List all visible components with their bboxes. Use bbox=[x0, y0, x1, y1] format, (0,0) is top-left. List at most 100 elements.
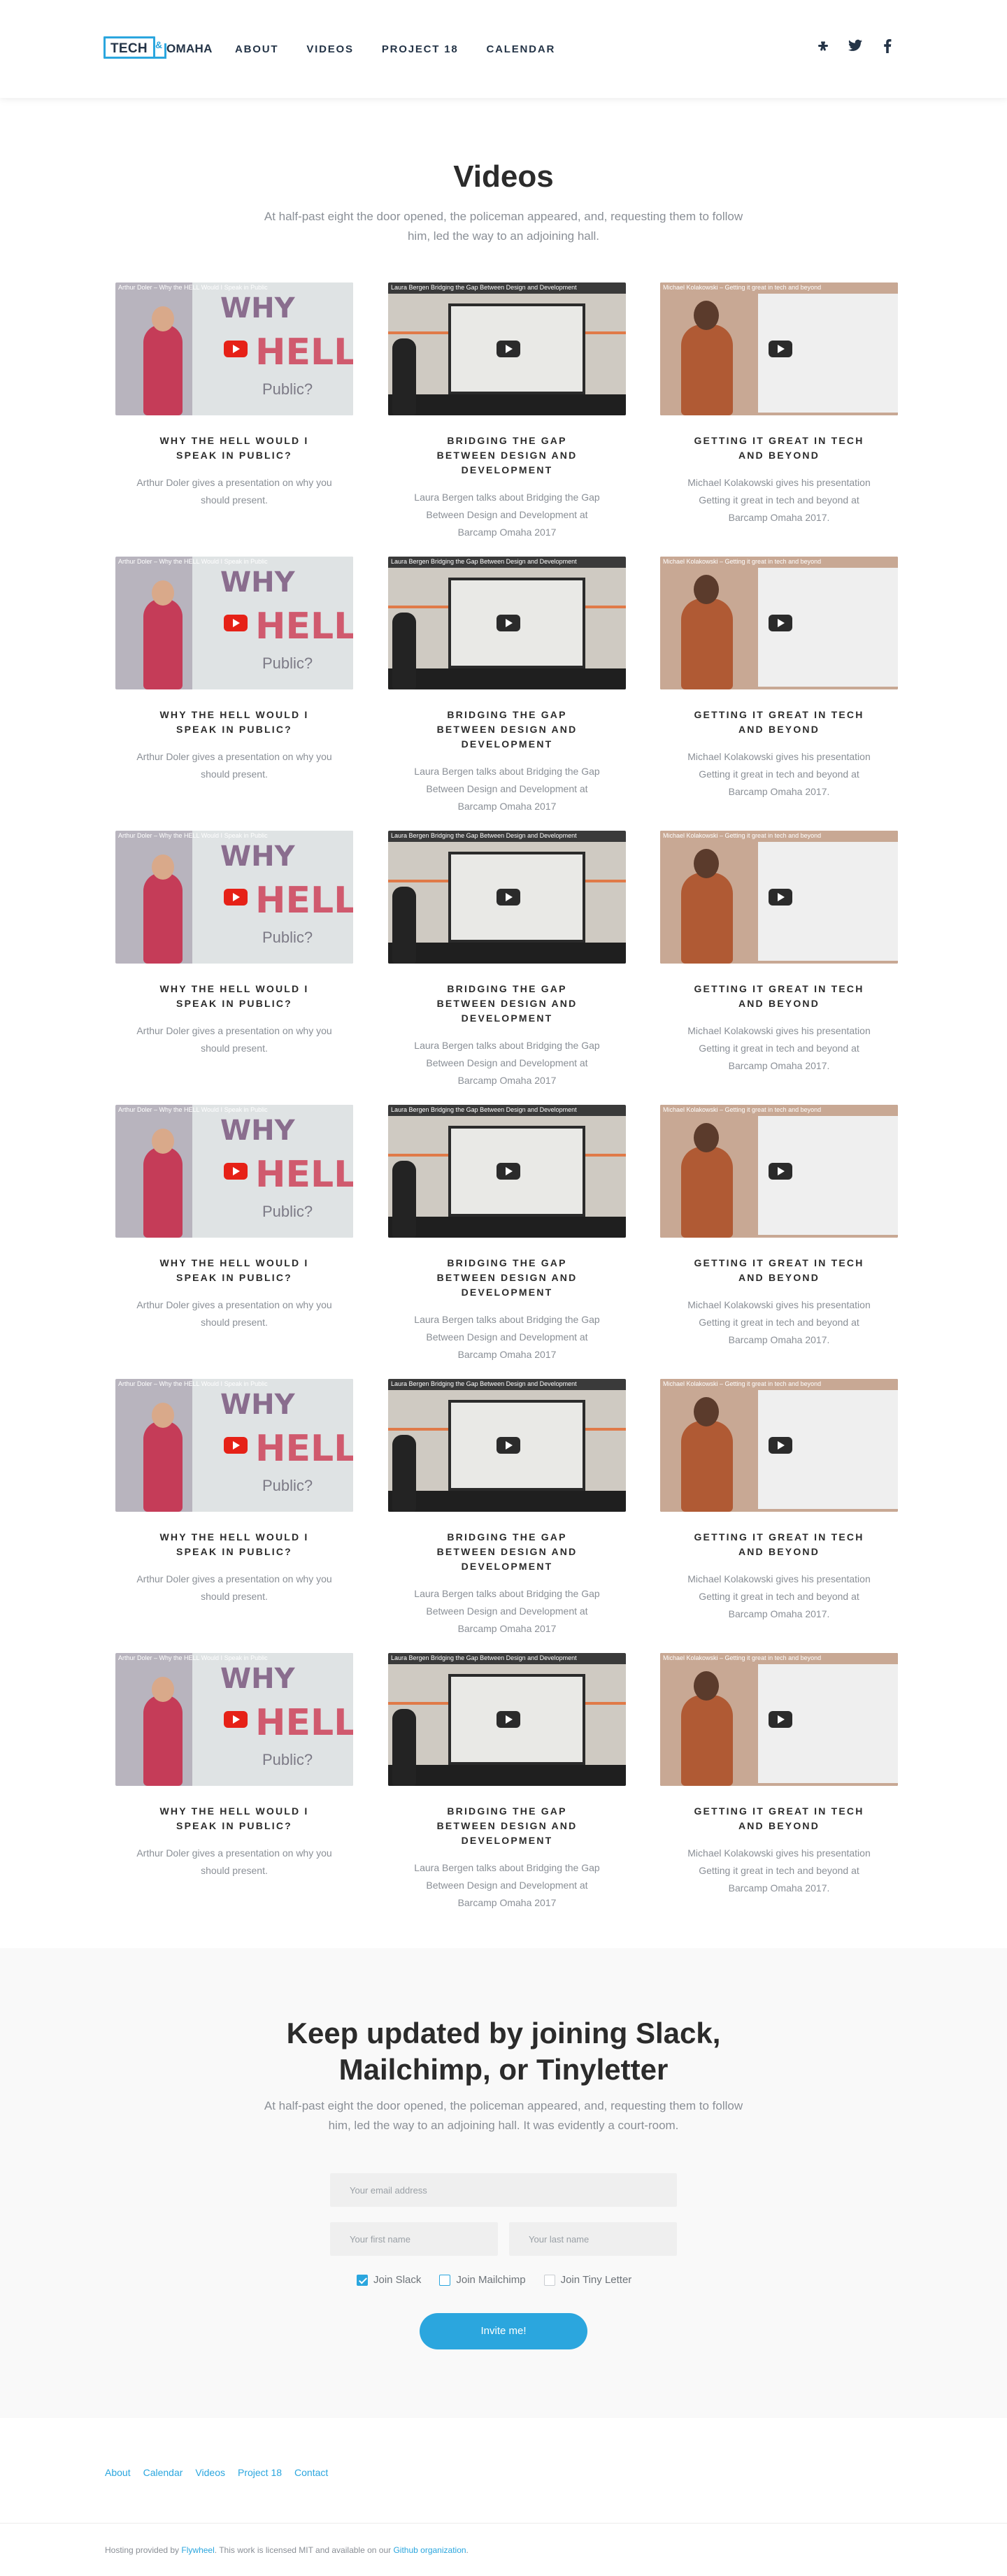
flywheel-link[interactable]: Flywheel bbox=[181, 2545, 214, 2555]
video-title[interactable]: Why the hell would I speak in public? bbox=[115, 1256, 353, 1285]
footer-link-project-18[interactable]: Project 18 bbox=[238, 2467, 282, 2478]
slack-icon[interactable] bbox=[815, 39, 831, 55]
video-title[interactable]: Getting it great in tech and beyond bbox=[660, 434, 898, 463]
video-thumbnail[interactable]: WHY HELL Public? Arthur Doler – Why the HEL… bbox=[115, 1105, 353, 1238]
footer-credits: Hosting provided by Flywheel. This work … bbox=[105, 2545, 469, 2555]
nav-about[interactable]: About bbox=[235, 43, 278, 55]
video-thumbnail[interactable]: Michael Kolakowski – Getting it great in… bbox=[660, 1379, 898, 1512]
video-thumbnail[interactable]: Laura Bergen Bridging the Gap Between De… bbox=[388, 1379, 626, 1512]
footer-link-contact[interactable]: Contact bbox=[294, 2467, 328, 2478]
video-title[interactable]: Getting it great in tech and beyond bbox=[660, 1256, 898, 1285]
play-icon[interactable] bbox=[769, 1163, 792, 1180]
email-field[interactable] bbox=[330, 2173, 677, 2207]
play-icon[interactable] bbox=[224, 889, 248, 906]
play-icon[interactable] bbox=[769, 889, 792, 906]
video-title[interactable]: Bridging the gap between design and deve… bbox=[388, 434, 626, 478]
play-icon[interactable] bbox=[769, 615, 792, 631]
video-thumbnail[interactable]: Laura Bergen Bridging the Gap Between De… bbox=[388, 1105, 626, 1238]
play-icon[interactable] bbox=[497, 889, 520, 906]
play-icon[interactable] bbox=[224, 1437, 248, 1454]
videos-title: Videos bbox=[453, 159, 554, 194]
video-title[interactable]: Why the hell would I speak in public? bbox=[115, 1530, 353, 1559]
video-thumbnail[interactable]: WHY HELL Public? Arthur Doler – Why the HEL… bbox=[115, 1653, 353, 1786]
twitter-icon[interactable] bbox=[848, 39, 863, 55]
play-icon[interactable] bbox=[224, 341, 248, 357]
play-icon[interactable] bbox=[497, 1163, 520, 1180]
play-icon[interactable] bbox=[497, 1711, 520, 1728]
video-thumbnail-title: Arthur Doler – Why the HELL Would I Spea… bbox=[118, 284, 268, 291]
nav-calendar[interactable]: Calendar bbox=[487, 43, 556, 55]
play-icon[interactable] bbox=[497, 341, 520, 357]
video-thumbnail[interactable]: WHY HELL Public? Arthur Doler – Why the HEL… bbox=[115, 557, 353, 689]
play-icon[interactable] bbox=[497, 615, 520, 631]
join-slack-checkbox[interactable] bbox=[357, 2274, 368, 2286]
video-title[interactable]: Bridging the gap between design and deve… bbox=[388, 708, 626, 752]
video-thumbnail-title: Michael Kolakowski – Getting it great in… bbox=[663, 1654, 822, 1661]
join-tinyletter-checkbox[interactable] bbox=[543, 2274, 555, 2286]
nav-project-18[interactable]: Project 18 bbox=[382, 43, 459, 55]
video-description: Arthur Doler gives a presentation on why… bbox=[136, 1299, 332, 1328]
video-thumbnail[interactable]: Michael Kolakowski – Getting it great in… bbox=[660, 1653, 898, 1786]
video-thumbnail[interactable]: Laura Bergen Bridging the Gap Between De… bbox=[388, 1653, 626, 1786]
video-card: Laura Bergen Bridging the Gap Between De… bbox=[388, 557, 626, 815]
logo-text-omaha: OMAHA bbox=[166, 42, 213, 55]
video-title[interactable]: Bridging the gap between design and deve… bbox=[388, 1804, 626, 1848]
video-thumbnail[interactable]: WHY HELL Public? Arthur Doler – Why the HEL… bbox=[115, 282, 353, 415]
play-icon[interactable] bbox=[769, 341, 792, 357]
video-title[interactable]: Why the hell would I speak in public? bbox=[115, 708, 353, 737]
footer-link-videos[interactable]: Videos bbox=[195, 2467, 225, 2478]
join-slack-label: Join Slack bbox=[373, 2274, 422, 2286]
last-name-field[interactable] bbox=[509, 2222, 677, 2256]
video-thumbnail[interactable]: Michael Kolakowski – Getting it great in… bbox=[660, 282, 898, 415]
video-title[interactable]: Bridging the gap between design and deve… bbox=[388, 1530, 626, 1574]
video-thumbnail[interactable]: WHY HELL Public? Arthur Doler – Why the HEL… bbox=[115, 831, 353, 964]
video-description: Michael Kolakowski gives his presentatio… bbox=[687, 1299, 871, 1345]
footer-link-calendar[interactable]: Calendar bbox=[143, 2467, 183, 2478]
join-mailchimp-checkbox[interactable] bbox=[439, 2274, 451, 2286]
video-title[interactable]: Why the hell would I speak in public? bbox=[115, 434, 353, 463]
video-title[interactable]: Bridging the gap between design and deve… bbox=[388, 982, 626, 1026]
facebook-icon[interactable] bbox=[880, 39, 895, 55]
video-card: WHY HELL Public? Arthur Doler – Why the HEL… bbox=[115, 831, 353, 1057]
play-icon[interactable] bbox=[769, 1711, 792, 1728]
join-mailchimp-option[interactable]: Join Mailchimp bbox=[439, 2274, 526, 2286]
nav-videos[interactable]: Videos bbox=[306, 43, 353, 55]
invite-button[interactable]: Invite me! bbox=[420, 2313, 587, 2349]
video-thumbnail[interactable]: Laura Bergen Bridging the Gap Between De… bbox=[388, 831, 626, 964]
video-thumbnail[interactable]: Michael Kolakowski – Getting it great in… bbox=[660, 831, 898, 964]
video-thumbnail-title: Laura Bergen Bridging the Gap Between De… bbox=[391, 558, 577, 565]
video-thumbnail[interactable]: WHY HELL Public? Arthur Doler – Why the HEL… bbox=[115, 1379, 353, 1512]
video-thumbnail-title: Michael Kolakowski – Getting it great in… bbox=[663, 284, 822, 291]
play-icon[interactable] bbox=[224, 615, 248, 631]
first-name-field[interactable] bbox=[330, 2222, 498, 2256]
video-title[interactable]: Getting it great in tech and beyond bbox=[660, 708, 898, 737]
video-title[interactable]: Bridging the gap between design and deve… bbox=[388, 1256, 626, 1300]
join-slack-option[interactable]: Join Slack bbox=[357, 2274, 421, 2286]
main-nav: About Videos Project 18 Calendar bbox=[235, 43, 555, 55]
video-title[interactable]: Getting it great in tech and beyond bbox=[660, 982, 898, 1011]
site-logo[interactable]: TECH & OMAHA bbox=[103, 36, 212, 60]
video-card: WHY HELL Public? Arthur Doler – Why the HEL… bbox=[115, 557, 353, 783]
play-icon[interactable] bbox=[769, 1437, 792, 1454]
video-title[interactable]: Getting it great in tech and beyond bbox=[660, 1804, 898, 1833]
video-thumbnail[interactable]: Michael Kolakowski – Getting it great in… bbox=[660, 557, 898, 689]
video-description: Laura Bergen talks about Bridging the Ga… bbox=[414, 766, 600, 812]
video-thumbnail[interactable]: Laura Bergen Bridging the Gap Between De… bbox=[388, 282, 626, 415]
video-thumbnail[interactable]: Laura Bergen Bridging the Gap Between De… bbox=[388, 557, 626, 689]
video-title[interactable]: Why the hell would I speak in public? bbox=[115, 982, 353, 1011]
video-thumbnail[interactable]: Michael Kolakowski – Getting it great in… bbox=[660, 1105, 898, 1238]
video-thumbnail-title: Arthur Doler – Why the HELL Would I Spea… bbox=[118, 558, 268, 565]
video-card: Laura Bergen Bridging the Gap Between De… bbox=[388, 1653, 626, 1912]
github-link[interactable]: Github organization bbox=[393, 2545, 466, 2555]
play-icon[interactable] bbox=[497, 1437, 520, 1454]
play-icon[interactable] bbox=[224, 1163, 248, 1180]
video-description: Laura Bergen talks about Bridging the Ga… bbox=[414, 492, 600, 538]
footer-link-about[interactable]: About bbox=[105, 2467, 131, 2478]
play-icon[interactable] bbox=[224, 1711, 248, 1728]
join-tinyletter-option[interactable]: Join Tiny Letter bbox=[543, 2274, 631, 2286]
video-description: Michael Kolakowski gives his presentatio… bbox=[687, 751, 871, 797]
video-title[interactable]: Getting it great in tech and beyond bbox=[660, 1530, 898, 1559]
video-title[interactable]: Why the hell would I speak in public? bbox=[115, 1804, 353, 1833]
logo-ampersand: & bbox=[155, 39, 163, 50]
video-card: Laura Bergen Bridging the Gap Between De… bbox=[388, 282, 626, 541]
